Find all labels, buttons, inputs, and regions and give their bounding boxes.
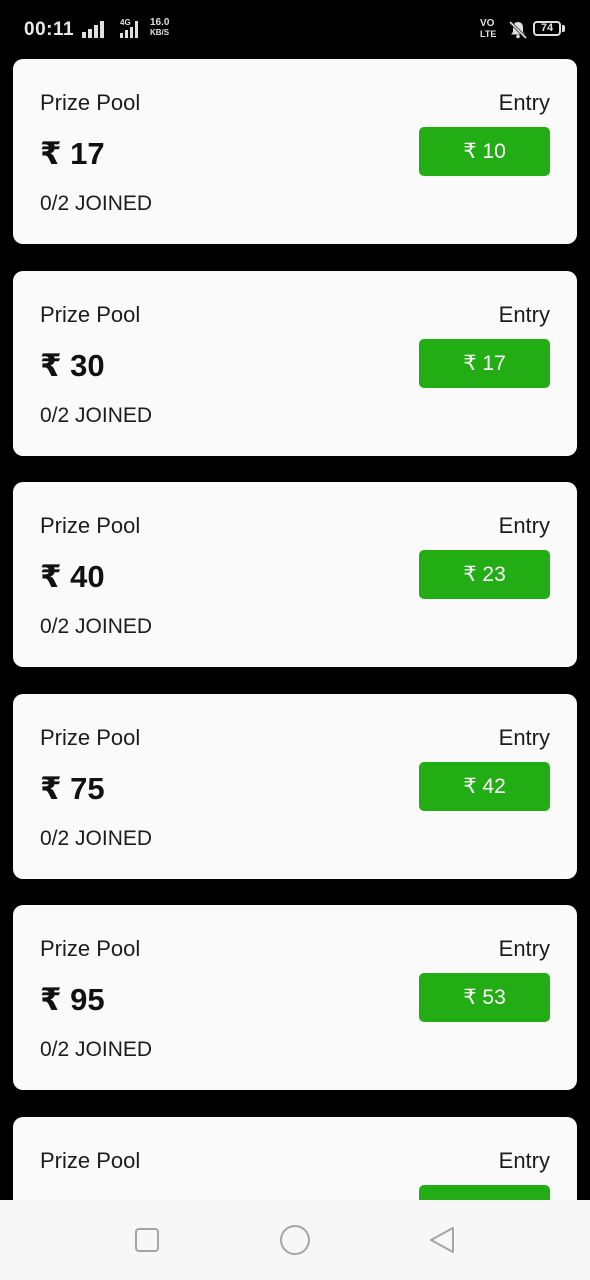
battery-icon: 74 bbox=[533, 21, 561, 36]
joined-count: 0/2 JOINED bbox=[40, 192, 153, 215]
joined-count: 0/2 JOINED bbox=[40, 1038, 153, 1062]
entry-fee-button[interactable]: ₹ 42 bbox=[419, 761, 550, 811]
battery-tip bbox=[562, 25, 565, 32]
entry-fee-button[interactable]: ₹ 23 bbox=[419, 550, 550, 600]
entry-label: Entry bbox=[498, 724, 550, 750]
prize-pool-label: Prize Pool bbox=[40, 513, 141, 539]
prize-amount: ₹ 17 bbox=[40, 136, 105, 171]
volte-bottom: LTE bbox=[480, 29, 497, 39]
contest-card[interactable]: Prize Pool Entry ₹ 30 ₹ 17 0/2 JOINED bbox=[13, 270, 577, 456]
bell-off-icon bbox=[508, 20, 528, 40]
prize-pool-label: Prize Pool bbox=[40, 90, 141, 115]
navigation-bar bbox=[0, 1200, 590, 1280]
contest-card[interactable]: Prize Pool Entry ₹ 17 ₹ 10 0/2 JOINED bbox=[13, 59, 577, 244]
prize-pool-label: Prize Pool bbox=[40, 936, 141, 962]
entry-fee-button[interactable]: ₹ 17 bbox=[419, 338, 550, 388]
entry-label: Entry bbox=[498, 301, 550, 327]
prize-amount: ₹ 40 bbox=[40, 559, 105, 595]
prize-amount: ₹ 95 bbox=[40, 982, 105, 1018]
entry-label: Entry bbox=[498, 1148, 550, 1173]
prize-pool-label: Prize Pool bbox=[40, 301, 141, 327]
entry-fee-button[interactable] bbox=[419, 1185, 550, 1200]
network-speed-unit: KB/S bbox=[150, 28, 170, 37]
contest-card[interactable]: Prize Pool Entry ₹ 40 ₹ 23 0/2 JOINED bbox=[13, 482, 577, 668]
status-time: 00:11 bbox=[24, 19, 75, 40]
entry-label: Entry bbox=[498, 513, 550, 539]
network-speed-value: 16.0 bbox=[150, 17, 170, 28]
back-triangle-icon[interactable] bbox=[426, 1224, 458, 1256]
app-screen: 00:11 4G 16.0 KB/S VO LTE 74 Prize Pool E… bbox=[0, 0, 590, 1280]
volte-top: VO bbox=[480, 18, 495, 29]
volte-indicator: VO LTE bbox=[480, 18, 497, 40]
prize-amount: ₹ 75 bbox=[40, 770, 105, 806]
entry-fee-button[interactable]: ₹ 10 bbox=[419, 127, 550, 176]
contest-card[interactable]: Prize Pool Entry ₹ 75 ₹ 42 0/2 JOINED bbox=[13, 693, 577, 879]
prize-amount: ₹ 30 bbox=[40, 347, 105, 383]
network-speed: 16.0 KB/S bbox=[150, 18, 169, 38]
contest-card[interactable]: Prize Pool Entry ₹ 95 ₹ 53 0/2 JOINED bbox=[13, 905, 577, 1091]
joined-count: 0/2 JOINED bbox=[40, 403, 153, 427]
contest-card[interactable]: Prize Pool Entry bbox=[13, 1117, 577, 1200]
joined-count: 0/2 JOINED bbox=[40, 615, 153, 639]
status-bar: 00:11 4G 16.0 KB/S VO LTE 74 bbox=[0, 0, 590, 58]
prize-pool-label: Prize Pool bbox=[40, 724, 141, 750]
recent-apps-square-icon[interactable] bbox=[131, 1224, 163, 1256]
entry-label: Entry bbox=[498, 936, 550, 962]
prize-pool-label: Prize Pool bbox=[40, 1148, 141, 1173]
home-circle-icon[interactable] bbox=[278, 1223, 312, 1257]
signal-strength-icon bbox=[82, 20, 104, 38]
entry-fee-button[interactable]: ₹ 53 bbox=[419, 973, 550, 1023]
joined-count: 0/2 JOINED bbox=[40, 826, 153, 850]
contest-list[interactable]: Prize Pool Entry ₹ 17 ₹ 10 0/2 JOINED Prize P… bbox=[0, 58, 590, 1200]
entry-label: Entry bbox=[498, 90, 550, 115]
signal-strength-2-icon bbox=[120, 20, 138, 38]
